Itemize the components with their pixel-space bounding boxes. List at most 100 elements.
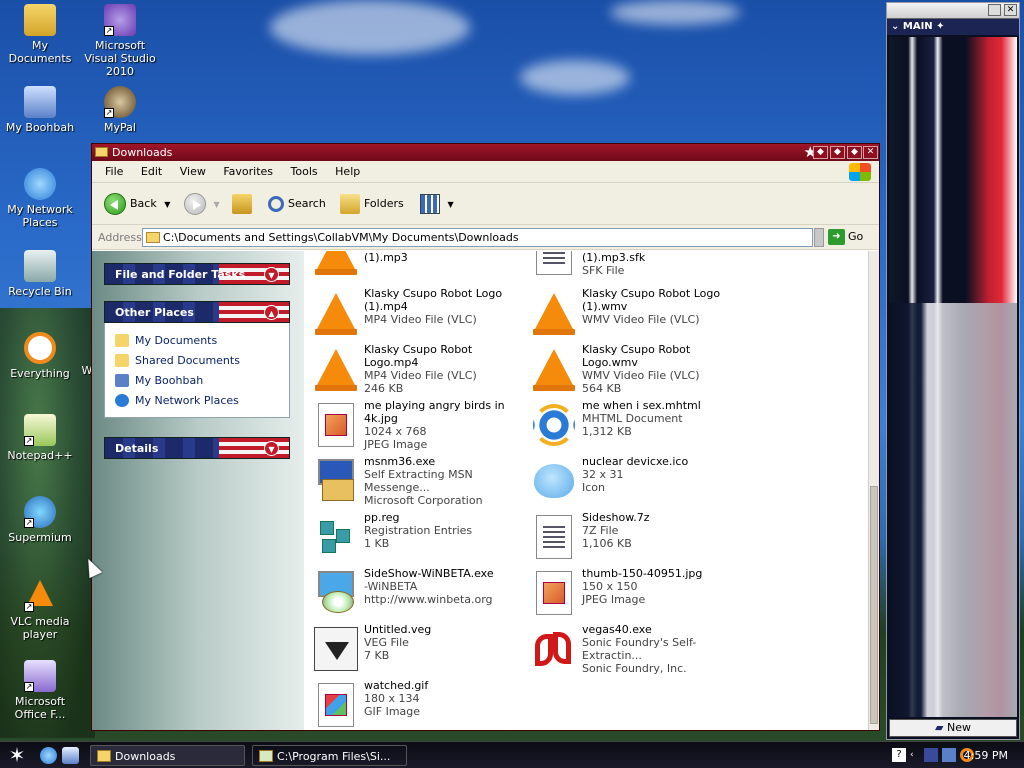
file-item[interactable]: me when i sex.mhtml MHTML Document 1,312 K… [530, 399, 746, 451]
file-company: Sonic Foundry, Inc. [582, 662, 687, 675]
file-item[interactable]: thumb-150-40951.jpg 150 x 150 JPEG Image [530, 567, 746, 619]
other-places-header[interactable]: Other Places ▲ [104, 301, 290, 323]
file-item[interactable]: nuclear devicxe.ico 32 x 31 Icon [530, 455, 746, 507]
office-icon: ↗ [24, 660, 56, 692]
dropdown-arrow-icon[interactable]: ▼ [164, 200, 170, 209]
scrollbar-thumb[interactable] [870, 486, 878, 724]
recycle-bin-icon [24, 250, 56, 282]
taskbar-task-program-files[interactable]: C:\Program Files\Si... [252, 745, 407, 766]
new-button[interactable]: ▰ New [889, 719, 1017, 737]
folders-button[interactable]: Folders [340, 192, 404, 218]
menu-help[interactable]: Help [328, 161, 367, 182]
notepad-icon [259, 750, 273, 762]
file-item[interactable]: (1).mp3.sfk SFK File [530, 251, 746, 279]
display-icon[interactable] [942, 748, 956, 762]
jpeg-file-icon [530, 569, 578, 617]
link-shared-documents[interactable]: Shared Documents [113, 351, 281, 371]
address-input[interactable]: C:\Documents and Settings\CollabVM\My Do… [142, 228, 813, 247]
widget-artwork-lower [889, 303, 1017, 717]
file-item[interactable]: Klasky Csupo Robot Logo.wmv WMV Video Fil… [530, 343, 746, 395]
expand-icon[interactable]: ▼ [264, 441, 279, 456]
details-header[interactable]: Details ▼ [104, 437, 290, 459]
window-titlebar[interactable]: Downloads ★ ◆ ◆ ◆ ✕ [92, 144, 879, 161]
file-name-cont: (1).mp4 [364, 300, 408, 313]
dropdown-arrow-icon[interactable]: ▼ [214, 200, 220, 209]
my-computer-icon [24, 86, 56, 118]
menu-view[interactable]: View [173, 161, 213, 182]
file-type: Icon [582, 481, 605, 494]
file-item[interactable]: Klasky Csupo Robot Logo (1).mp4 MP4 Video … [312, 287, 528, 339]
menu-favorites[interactable]: Favorites [216, 161, 280, 182]
minimize-button[interactable]: ◆ [813, 146, 828, 159]
file-item[interactable]: Klasky Csupo Robot Logo (1).wmv WMV Video … [530, 287, 746, 339]
collapse-icon[interactable]: ▲ [264, 305, 279, 320]
bird-icon [530, 457, 578, 505]
side-widget[interactable]: ✕ ⌄ MAIN ✦ ▰ New [886, 2, 1020, 740]
link-my-boohbah[interactable]: My Boohbah [113, 371, 281, 391]
menu-tools[interactable]: Tools [284, 161, 325, 182]
views-button[interactable]: ▼ [420, 192, 454, 218]
link-my-network-places[interactable]: My Network Places [113, 391, 281, 411]
close-icon[interactable]: ✕ [1004, 4, 1017, 16]
menu-edit[interactable]: Edit [134, 161, 169, 182]
my-documents-icon [24, 4, 56, 36]
file-item[interactable]: Untitled.veg VEG File 7 KB [312, 623, 528, 675]
expand-icon[interactable]: ▼ [264, 267, 279, 282]
restore-button[interactable]: ◆ [830, 146, 845, 159]
file-name: nuclear devicxe.ico [582, 455, 689, 468]
file-item[interactable]: pp.reg Registration Entries 1 KB [312, 511, 528, 563]
star-icon: ✦ [936, 21, 945, 32]
file-item[interactable]: msnm36.exe Self Extracting MSN Messenge..… [312, 455, 528, 507]
help-icon[interactable]: ? [892, 748, 906, 762]
close-button[interactable]: ✕ [863, 146, 878, 159]
ie-quicklaunch-icon[interactable] [40, 747, 57, 764]
file-item[interactable]: Sideshow.7z 7Z File 1,106 KB [530, 511, 746, 563]
maximize-button[interactable]: ◆ [847, 146, 862, 159]
forward-button[interactable]: ▼ [184, 192, 220, 218]
desktop-icon-everything[interactable]: Everything [0, 332, 80, 380]
file-type: GIF Image [364, 705, 421, 718]
chevron-left-icon[interactable]: ‹ [910, 748, 924, 762]
desktop-icon-visual-studio[interactable]: ↗ Microsoft Visual Studio 2010 [80, 4, 160, 78]
desktop-icon-office[interactable]: ↗ Microsoft Office F... [0, 660, 80, 721]
desktop-icon-label: My Boohbah [5, 121, 75, 134]
clock[interactable]: 4:59 PM [964, 744, 1008, 767]
file-item[interactable]: me playing angry birds in 4k.jpg 1024 x 7… [312, 399, 528, 451]
start-button[interactable]: ✶ [4, 744, 30, 766]
address-dropdown[interactable] [814, 228, 824, 247]
file-item[interactable]: Klasky Csupo Robot Logo.mp4 MP4 Video Fil… [312, 343, 528, 395]
file-name: Klasky Csupo Robot Logo.wmv [582, 343, 691, 369]
search-button[interactable]: Search [268, 192, 326, 218]
chevron-down-icon[interactable]: ⌄ [891, 21, 899, 32]
windows-logo-icon [849, 163, 871, 181]
file-item[interactable]: (1).mp3 [312, 251, 528, 279]
desktop-icon-vlc[interactable]: ↗ VLC media player [0, 578, 80, 641]
dropdown-arrow-icon[interactable]: ▼ [448, 200, 454, 209]
menu-file[interactable]: File [98, 161, 130, 182]
file-folder-tasks-header[interactable]: File and Folder Tasks ▼ [104, 263, 290, 285]
file-item[interactable]: vegas40.exe Sonic Foundry's Self-Extracti… [530, 623, 746, 675]
desktop-icon-mypal[interactable]: ↗ MyPal [80, 86, 160, 134]
back-button[interactable]: Back ▼ [104, 192, 170, 218]
desktop-icon-notepadpp[interactable]: ↗ Notepad++ [0, 414, 80, 462]
back-label: Back [130, 197, 157, 210]
desktop-quicklaunch-icon[interactable] [62, 747, 79, 764]
file-type: MHTML Document [582, 412, 683, 425]
file-item[interactable]: SideShow-WiNBETA.exe -WiNBETA http://www.w… [312, 567, 528, 619]
desktop-icon-my-boohbah[interactable]: My Boohbah [0, 86, 80, 134]
network-icon[interactable] [924, 748, 938, 762]
up-folder-button[interactable] [232, 192, 256, 218]
explorer-window[interactable]: Downloads ★ ◆ ◆ ◆ ✕ File Edit View Favor… [91, 143, 880, 731]
desktop-icon-supermium[interactable]: ↗ Supermium [0, 496, 80, 544]
widget-titlebar[interactable]: ✕ [887, 3, 1019, 19]
go-button[interactable]: ➜ Go [828, 229, 863, 245]
minimize-icon[interactable] [988, 4, 1001, 16]
back-arrow-icon [104, 193, 126, 215]
desktop-icon-network-places[interactable]: My Network Places [0, 168, 80, 229]
file-item[interactable]: watched.gif 180 x 134 GIF Image [312, 679, 528, 730]
taskbar-task-downloads[interactable]: Downloads [90, 745, 245, 766]
link-my-documents[interactable]: My Documents [113, 331, 281, 351]
desktop-icon-recycle-bin[interactable]: Recycle Bin [0, 250, 80, 298]
desktop-icon-my-documents[interactable]: My Documents [0, 4, 80, 65]
vertical-scrollbar[interactable] [868, 251, 879, 730]
